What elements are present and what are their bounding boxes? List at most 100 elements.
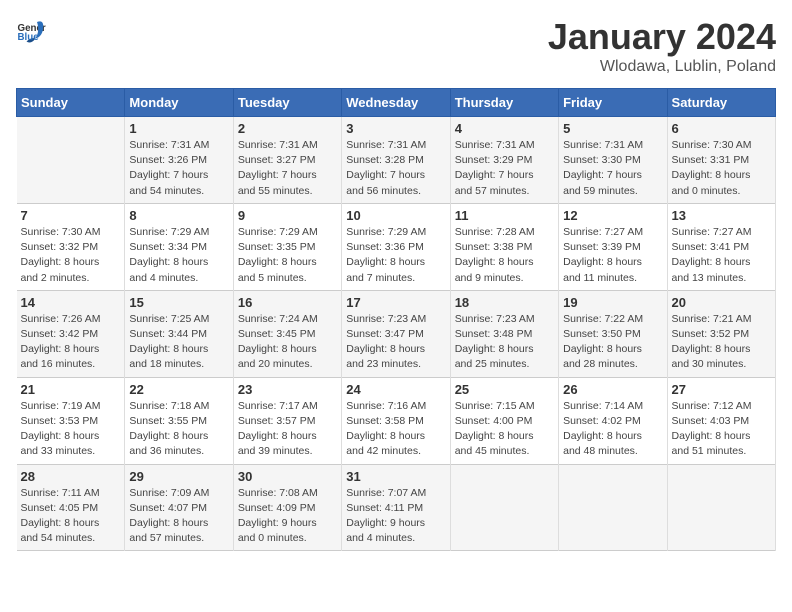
- day-number: 15: [129, 295, 228, 310]
- calendar-day-cell: 6 Sunrise: 7:30 AM Sunset: 3:31 PM Daylig…: [667, 117, 775, 204]
- day-info: Sunrise: 7:22 AM Sunset: 3:50 PM Dayligh…: [563, 312, 662, 373]
- calendar-day-header: Friday: [559, 89, 667, 117]
- calendar-day-cell: 15 Sunrise: 7:25 AM Sunset: 3:44 PM Dayli…: [125, 290, 233, 377]
- calendar-day-cell: 29 Sunrise: 7:09 AM Sunset: 4:07 PM Dayli…: [125, 464, 233, 551]
- day-info: Sunrise: 7:16 AM Sunset: 3:58 PM Dayligh…: [346, 399, 445, 460]
- calendar-subtitle: Wlodawa, Lublin, Poland: [548, 58, 776, 76]
- calendar-day-cell: 22 Sunrise: 7:18 AM Sunset: 3:55 PM Dayli…: [125, 377, 233, 464]
- logo-icon: General Blue: [16, 16, 46, 46]
- day-info: Sunrise: 7:31 AM Sunset: 3:29 PM Dayligh…: [455, 138, 554, 199]
- day-info: Sunrise: 7:11 AM Sunset: 4:05 PM Dayligh…: [21, 486, 121, 547]
- calendar-week-row: 21 Sunrise: 7:19 AM Sunset: 3:53 PM Dayli…: [17, 377, 776, 464]
- day-number: 21: [21, 382, 121, 397]
- day-info: Sunrise: 7:27 AM Sunset: 3:39 PM Dayligh…: [563, 225, 662, 286]
- day-info: Sunrise: 7:07 AM Sunset: 4:11 PM Dayligh…: [346, 486, 445, 547]
- calendar-week-row: 14 Sunrise: 7:26 AM Sunset: 3:42 PM Dayli…: [17, 290, 776, 377]
- calendar-day-cell: 30Sunrise: 7:08 AM Sunset: 4:09 PM Dayli…: [233, 464, 341, 551]
- calendar-day-cell: 13Sunrise: 7:27 AM Sunset: 3:41 PM Dayli…: [667, 203, 775, 290]
- day-number: 22: [129, 382, 228, 397]
- calendar-day-header: Saturday: [667, 89, 775, 117]
- day-number: 19: [563, 295, 662, 310]
- day-info: Sunrise: 7:15 AM Sunset: 4:00 PM Dayligh…: [455, 399, 554, 460]
- day-number: 11: [455, 208, 554, 223]
- calendar-day-cell: 4 Sunrise: 7:31 AM Sunset: 3:29 PM Daylig…: [450, 117, 558, 204]
- day-number: 30: [238, 469, 337, 484]
- day-number: 6: [672, 121, 771, 136]
- day-number: 9: [238, 208, 337, 223]
- calendar-day-cell: 11 Sunrise: 7:28 AM Sunset: 3:38 PM Dayli…: [450, 203, 558, 290]
- day-info: Sunrise: 7:21 AM Sunset: 3:52 PM Dayligh…: [672, 312, 771, 373]
- day-info: Sunrise: 7:30 AM Sunset: 3:31 PM Dayligh…: [672, 138, 771, 199]
- calendar-day-cell: 18 Sunrise: 7:23 AM Sunset: 3:48 PM Dayli…: [450, 290, 558, 377]
- day-info: Sunrise: 7:31 AM Sunset: 3:27 PM Dayligh…: [238, 138, 337, 199]
- calendar-table: SundayMondayTuesdayWednesdayThursdayFrid…: [16, 88, 776, 551]
- calendar-day-cell: [559, 464, 667, 551]
- day-info: Sunrise: 7:14 AM Sunset: 4:02 PM Dayligh…: [563, 399, 662, 460]
- day-info: Sunrise: 7:12 AM Sunset: 4:03 PM Dayligh…: [672, 399, 771, 460]
- day-number: 29: [129, 469, 228, 484]
- day-number: 31: [346, 469, 445, 484]
- calendar-title: January 2024: [548, 16, 776, 58]
- calendar-day-header: Monday: [125, 89, 233, 117]
- svg-text:Blue: Blue: [18, 32, 40, 43]
- calendar-day-cell: 25Sunrise: 7:15 AM Sunset: 4:00 PM Dayli…: [450, 377, 558, 464]
- day-number: 28: [21, 469, 121, 484]
- calendar-header-row: SundayMondayTuesdayWednesdayThursdayFrid…: [17, 89, 776, 117]
- day-info: Sunrise: 7:30 AM Sunset: 3:32 PM Dayligh…: [21, 225, 121, 286]
- day-info: Sunrise: 7:26 AM Sunset: 3:42 PM Dayligh…: [21, 312, 121, 373]
- calendar-week-row: 7 Sunrise: 7:30 AM Sunset: 3:32 PM Daylig…: [17, 203, 776, 290]
- day-number: 3: [346, 121, 445, 136]
- day-number: 5: [563, 121, 662, 136]
- calendar-day-cell: 20 Sunrise: 7:21 AM Sunset: 3:52 PM Dayli…: [667, 290, 775, 377]
- calendar-day-cell: 23Sunrise: 7:17 AM Sunset: 3:57 PM Dayli…: [233, 377, 341, 464]
- calendar-day-cell: 31 Sunrise: 7:07 AM Sunset: 4:11 PM Dayli…: [342, 464, 450, 551]
- logo: General Blue: [16, 16, 46, 46]
- day-info: Sunrise: 7:31 AM Sunset: 3:30 PM Dayligh…: [563, 138, 662, 199]
- day-number: 27: [672, 382, 771, 397]
- day-info: Sunrise: 7:29 AM Sunset: 3:34 PM Dayligh…: [129, 225, 228, 286]
- day-info: Sunrise: 7:25 AM Sunset: 3:44 PM Dayligh…: [129, 312, 228, 373]
- day-info: Sunrise: 7:29 AM Sunset: 3:36 PM Dayligh…: [346, 225, 445, 286]
- calendar-day-header: Sunday: [17, 89, 125, 117]
- day-number: 10: [346, 208, 445, 223]
- day-number: 20: [672, 295, 771, 310]
- day-number: 2: [238, 121, 337, 136]
- calendar-day-cell: [667, 464, 775, 551]
- calendar-day-cell: 9 Sunrise: 7:29 AM Sunset: 3:35 PM Daylig…: [233, 203, 341, 290]
- day-number: 8: [129, 208, 228, 223]
- day-info: Sunrise: 7:24 AM Sunset: 3:45 PM Dayligh…: [238, 312, 337, 373]
- day-info: Sunrise: 7:31 AM Sunset: 3:28 PM Dayligh…: [346, 138, 445, 199]
- calendar-day-cell: 8 Sunrise: 7:29 AM Sunset: 3:34 PM Daylig…: [125, 203, 233, 290]
- day-info: Sunrise: 7:09 AM Sunset: 4:07 PM Dayligh…: [129, 486, 228, 547]
- day-info: Sunrise: 7:28 AM Sunset: 3:38 PM Dayligh…: [455, 225, 554, 286]
- day-info: Sunrise: 7:31 AM Sunset: 3:26 PM Dayligh…: [129, 138, 228, 199]
- calendar-day-header: Tuesday: [233, 89, 341, 117]
- calendar-day-cell: 27 Sunrise: 7:12 AM Sunset: 4:03 PM Dayli…: [667, 377, 775, 464]
- day-number: 18: [455, 295, 554, 310]
- page-header: General Blue January 2024 Wlodawa, Lubli…: [16, 16, 776, 76]
- day-number: 14: [21, 295, 121, 310]
- calendar-day-cell: 28 Sunrise: 7:11 AM Sunset: 4:05 PM Dayli…: [17, 464, 125, 551]
- calendar-day-cell: 14 Sunrise: 7:26 AM Sunset: 3:42 PM Dayli…: [17, 290, 125, 377]
- day-number: 16: [238, 295, 337, 310]
- day-info: Sunrise: 7:17 AM Sunset: 3:57 PM Dayligh…: [238, 399, 337, 460]
- day-info: Sunrise: 7:18 AM Sunset: 3:55 PM Dayligh…: [129, 399, 228, 460]
- calendar-day-cell: 1Sunrise: 7:31 AM Sunset: 3:26 PM Daylig…: [125, 117, 233, 204]
- calendar-week-row: 28 Sunrise: 7:11 AM Sunset: 4:05 PM Dayli…: [17, 464, 776, 551]
- calendar-day-cell: 5 Sunrise: 7:31 AM Sunset: 3:30 PM Daylig…: [559, 117, 667, 204]
- day-info: Sunrise: 7:23 AM Sunset: 3:47 PM Dayligh…: [346, 312, 445, 373]
- day-number: 12: [563, 208, 662, 223]
- day-number: 7: [21, 208, 121, 223]
- day-number: 4: [455, 121, 554, 136]
- calendar-day-cell: 16 Sunrise: 7:24 AM Sunset: 3:45 PM Dayli…: [233, 290, 341, 377]
- calendar-day-cell: 26Sunrise: 7:14 AM Sunset: 4:02 PM Dayli…: [559, 377, 667, 464]
- day-info: Sunrise: 7:29 AM Sunset: 3:35 PM Dayligh…: [238, 225, 337, 286]
- calendar-day-cell: [450, 464, 558, 551]
- calendar-day-cell: 24Sunrise: 7:16 AM Sunset: 3:58 PM Dayli…: [342, 377, 450, 464]
- calendar-day-cell: 2 Sunrise: 7:31 AM Sunset: 3:27 PM Daylig…: [233, 117, 341, 204]
- day-info: Sunrise: 7:19 AM Sunset: 3:53 PM Dayligh…: [21, 399, 121, 460]
- calendar-day-header: Wednesday: [342, 89, 450, 117]
- calendar-day-cell: 17Sunrise: 7:23 AM Sunset: 3:47 PM Dayli…: [342, 290, 450, 377]
- day-info: Sunrise: 7:27 AM Sunset: 3:41 PM Dayligh…: [672, 225, 771, 286]
- day-info: Sunrise: 7:23 AM Sunset: 3:48 PM Dayligh…: [455, 312, 554, 373]
